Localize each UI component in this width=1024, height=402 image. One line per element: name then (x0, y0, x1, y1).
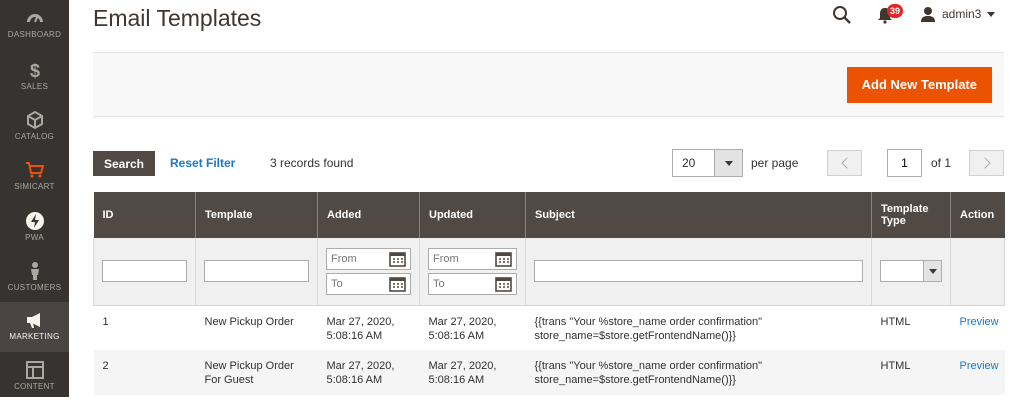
per-page-value: 20 (682, 156, 696, 170)
column-header-updated[interactable]: Updated (419, 192, 526, 238)
calendar-icon[interactable] (495, 251, 512, 267)
sidebar-item-label: DASHBOARD (7, 30, 62, 39)
sidebar-item-marketing[interactable]: MARKETING (0, 302, 69, 352)
preview-link[interactable]: Preview (960, 360, 999, 372)
sidebar-item-customers[interactable]: CUSTOMERS (0, 253, 69, 303)
sidebar-item-dashboard[interactable]: DASHBOARD (0, 0, 69, 50)
search-icon[interactable] (832, 5, 852, 25)
cell-subject: {{trans "Your %store_name order confirma… (525, 305, 872, 350)
preview-link[interactable]: Preview (960, 316, 999, 328)
calendar-icon[interactable] (389, 251, 406, 267)
id-filter-input[interactable] (102, 260, 187, 283)
per-page-select[interactable]: 20 (672, 149, 743, 177)
cell-id: 2 (93, 350, 196, 395)
sidebar-item-label: PWA (25, 233, 44, 242)
cell-id: 1 (93, 305, 196, 350)
cell-added: Mar 27, 2020, 5:08:16 AM (317, 305, 420, 350)
records-count: 3 records found (270, 156, 354, 170)
column-header-id[interactable]: ID (93, 192, 196, 238)
template-filter-input[interactable] (204, 260, 309, 283)
sidebar-item-catalog[interactable]: CATALOG (0, 102, 69, 152)
cell-updated: Mar 27, 2020, 5:08:16 AM (419, 350, 526, 395)
sidebar-item-pwa[interactable]: PWA (0, 203, 69, 253)
table-row[interactable]: 1 New Pickup Order Mar 27, 2020, 5:08:16… (93, 305, 1005, 350)
filter-row (93, 238, 1005, 306)
chevron-down-icon (923, 261, 941, 282)
sidebar-item-content[interactable]: CONTENT (0, 352, 69, 402)
dashboard-icon (25, 8, 45, 28)
admin-sidebar: DASHBOARD $ SALES CATALOG SIMICART PWA C… (0, 0, 69, 397)
user-icon (921, 7, 935, 22)
column-header-subject[interactable]: Subject (525, 192, 872, 238)
cell-type: HTML (871, 350, 951, 395)
column-header-action: Action (950, 192, 1005, 238)
sidebar-item-label: SIMICART (14, 182, 55, 191)
cart-icon (25, 160, 45, 180)
sidebar-item-label: CONTENT (14, 382, 55, 391)
cube-icon (25, 110, 45, 130)
cell-updated: Mar 27, 2020, 5:08:16 AM (419, 305, 526, 350)
add-new-template-button[interactable]: Add New Template (846, 67, 992, 103)
person-icon (25, 261, 45, 281)
page-actions-bar: Add New Template (93, 52, 1004, 117)
svg-text:$: $ (29, 61, 39, 80)
dollar-icon: $ (25, 60, 45, 80)
cell-type: HTML (871, 305, 951, 350)
page-count: of 1 (931, 156, 952, 170)
table-row[interactable]: 2 New Pickup Order For Guest Mar 27, 202… (93, 350, 1005, 395)
sidebar-item-label: MARKETING (9, 332, 60, 341)
bolt-icon (25, 211, 45, 231)
page-title: Email Templates (93, 5, 262, 31)
user-name: admin3 (942, 7, 982, 21)
sidebar-item-label: CATALOG (14, 132, 55, 141)
next-page-button[interactable] (969, 150, 1004, 176)
column-header-template-type[interactable]: Template Type (871, 192, 951, 238)
email-templates-table: ID Template Added Updated Subject Templa… (93, 192, 1005, 395)
calendar-icon[interactable] (495, 276, 512, 292)
notifications-badge[interactable]: 39 (887, 4, 904, 18)
sidebar-item-label: SALES (20, 82, 49, 91)
sidebar-item-simicart[interactable]: SIMICART (0, 152, 69, 202)
chevron-down-icon (714, 150, 742, 176)
reset-filter-link[interactable]: Reset Filter (170, 156, 235, 170)
chevron-down-icon (987, 11, 996, 17)
cell-subject: {{trans "Your %store_name order confirma… (525, 350, 872, 395)
layout-icon (25, 360, 45, 380)
search-button[interactable]: Search (93, 151, 155, 176)
action-filter-cell (950, 238, 1005, 306)
calendar-icon[interactable] (389, 276, 406, 292)
cell-added: Mar 27, 2020, 5:08:16 AM (317, 350, 420, 395)
per-page-label: per page (751, 156, 799, 170)
subject-filter-input[interactable] (534, 260, 863, 283)
megaphone-icon (25, 310, 45, 330)
column-header-added[interactable]: Added (317, 192, 420, 238)
sidebar-item-sales[interactable]: $ SALES (0, 52, 69, 102)
user-menu[interactable]: admin3 (920, 4, 996, 24)
sidebar-item-label: CUSTOMERS (7, 283, 62, 292)
previous-page-button[interactable] (827, 150, 862, 176)
cell-template: New Pickup Order For Guest (195, 350, 318, 395)
cell-template: New Pickup Order (195, 305, 318, 350)
current-page-input[interactable] (887, 149, 922, 177)
column-header-template[interactable]: Template (195, 192, 318, 238)
template-type-filter-select[interactable] (880, 260, 942, 283)
